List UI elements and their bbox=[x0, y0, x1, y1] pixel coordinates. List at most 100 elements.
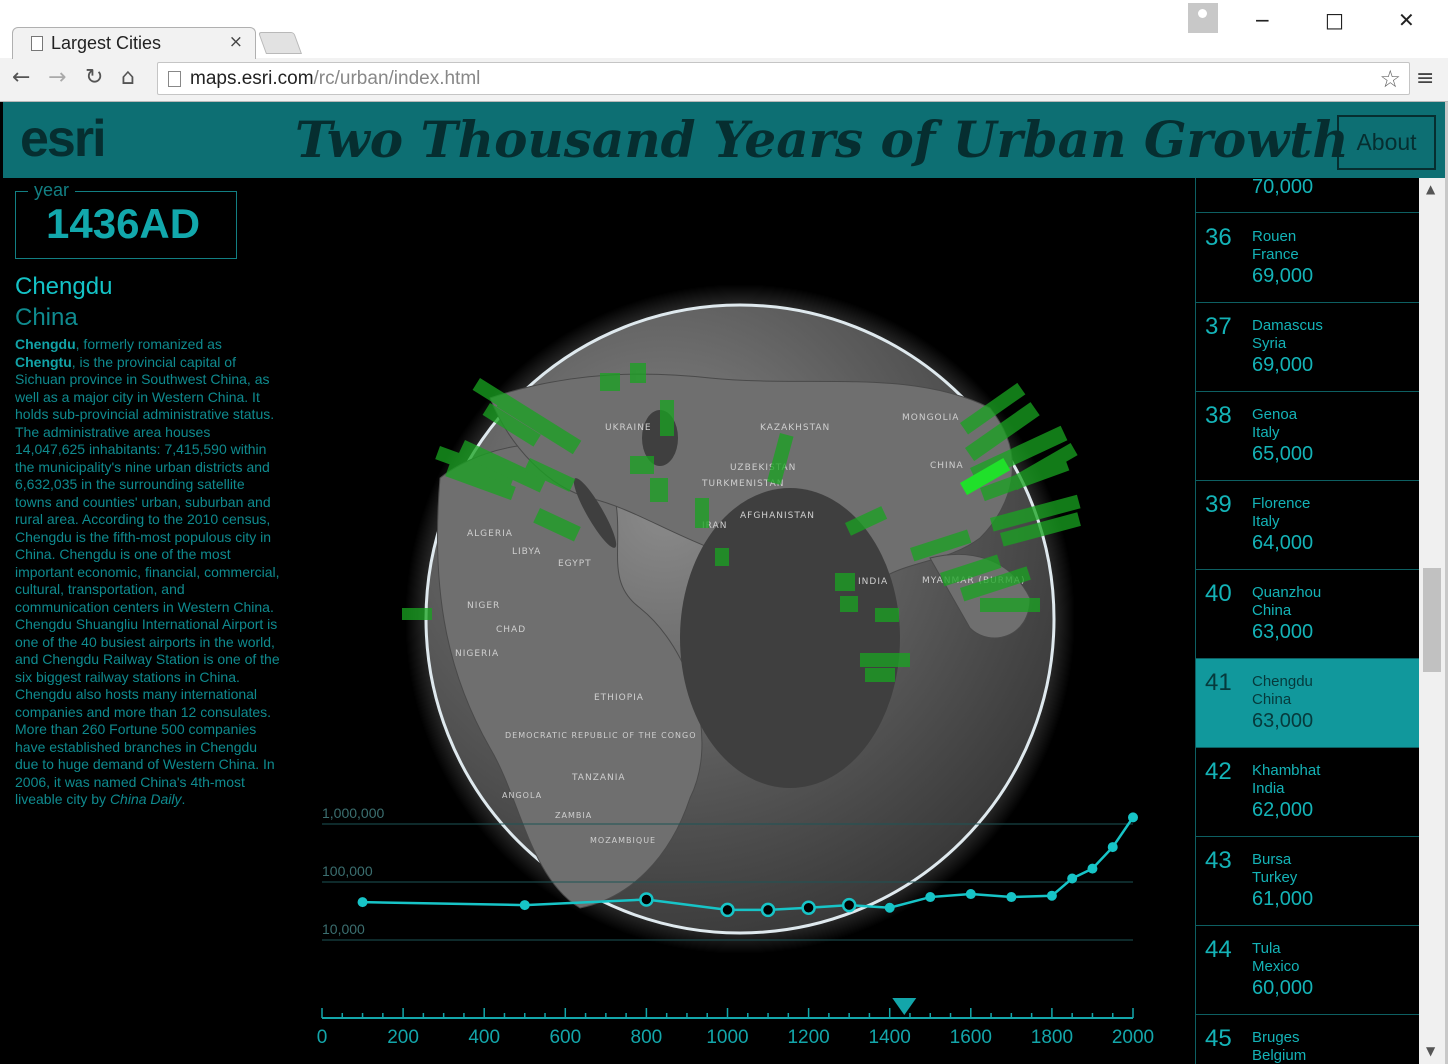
rank-country: Syria bbox=[1252, 335, 1287, 352]
rank-number: 38 bbox=[1205, 402, 1232, 429]
scrollbar[interactable]: ▲ ▼ bbox=[1419, 178, 1445, 1064]
rank-city: Bursa bbox=[1252, 851, 1292, 868]
back-arrow-icon[interactable]: ← bbox=[12, 65, 30, 90]
list-item[interactable]: 43 Bursa Turkey 61,000 bbox=[1196, 837, 1419, 926]
data-point[interactable] bbox=[720, 902, 735, 918]
rank-number: 36 bbox=[1205, 224, 1232, 251]
rank-population: 65,000 bbox=[1252, 443, 1314, 465]
url-text: maps.esri.com/rc/urban/index.html bbox=[190, 68, 481, 89]
user-profile-icon[interactable] bbox=[1188, 3, 1218, 33]
list-item[interactable]: 42 Khambhat India 62,000 bbox=[1196, 748, 1419, 837]
page-title: Two Thousand Years of Urban Growth bbox=[295, 110, 1349, 169]
rank-city: Chengdu bbox=[1252, 673, 1313, 690]
data-point[interactable] bbox=[1107, 842, 1118, 853]
scroll-up-arrow-icon[interactable]: ▲ bbox=[1426, 182, 1435, 196]
map-label: EGYPT bbox=[558, 559, 592, 569]
time-axis[interactable]: 0 200 400 600 800 1000 1200 1400 1600 1800 2000 bbox=[317, 998, 1154, 1048]
data-point[interactable] bbox=[965, 889, 976, 900]
rank-city: Bruges bbox=[1252, 1029, 1300, 1046]
map-label: ALGERIA bbox=[467, 529, 513, 539]
address-bar[interactable]: maps.esri.com/rc/urban/index.html ☆ bbox=[157, 62, 1410, 95]
data-point[interactable] bbox=[760, 902, 776, 918]
x-tick-label: 1000 bbox=[706, 1027, 748, 1048]
y-tick-label: 1,000,000 bbox=[322, 805, 384, 821]
forward-arrow-icon[interactable]: → bbox=[48, 65, 66, 90]
map-label: NIGERIA bbox=[455, 649, 499, 659]
year-slider-handle[interactable] bbox=[892, 998, 917, 1015]
rank-country: Turkey bbox=[1252, 869, 1298, 886]
data-point[interactable] bbox=[1087, 863, 1098, 874]
browser-tab[interactable]: Largest Cities × bbox=[12, 27, 256, 59]
list-item[interactable]: 38 Genoa Italy 65,000 bbox=[1196, 392, 1419, 481]
close-tab-icon[interactable]: × bbox=[229, 32, 243, 52]
data-point[interactable] bbox=[884, 902, 895, 913]
data-point[interactable] bbox=[1006, 892, 1017, 903]
map-label: MOZAMBIQUE bbox=[590, 836, 656, 845]
data-point[interactable] bbox=[1046, 890, 1057, 901]
map-label: ZAMBIA bbox=[555, 811, 592, 820]
rank-number: 39 bbox=[1205, 491, 1232, 518]
city-ranking-list[interactable]: 70,000 36 Rouen France 69,000 37 Damascus Syri… bbox=[1195, 178, 1419, 1064]
rank-number: 42 bbox=[1205, 758, 1232, 785]
list-item[interactable]: 41 Chengdu China 63,000 bbox=[1196, 659, 1419, 748]
scroll-down-arrow-icon[interactable]: ▼ bbox=[1426, 1044, 1435, 1058]
maximize-icon[interactable]: □ bbox=[1325, 8, 1344, 32]
rank-country: Belgium bbox=[1252, 1047, 1307, 1064]
data-point[interactable] bbox=[801, 900, 816, 915]
x-tick-label: 400 bbox=[468, 1027, 500, 1048]
x-tick-label: 1600 bbox=[950, 1027, 992, 1048]
globe-svg[interactable]: UKRAINE KAZAKHSTAN MONGOLIA UZBEKISTAN T… bbox=[290, 178, 1195, 1064]
home-icon[interactable]: ⌂ bbox=[121, 65, 135, 90]
minimize-icon[interactable]: − bbox=[1254, 8, 1271, 32]
rank-number: 43 bbox=[1205, 847, 1232, 874]
browser-toolbar: ← → ↻ ⌂ maps.esri.com/rc/urban/index.htm… bbox=[0, 58, 1448, 102]
data-point[interactable] bbox=[519, 900, 530, 911]
rank-population: 69,000 bbox=[1252, 265, 1314, 287]
city-name: Chengdu bbox=[15, 273, 113, 300]
map-label: KAZAKHSTAN bbox=[760, 423, 830, 433]
rank-country: China bbox=[1252, 691, 1292, 708]
about-button[interactable]: About bbox=[1337, 115, 1436, 170]
list-item[interactable]: 45 Bruges Belgium bbox=[1196, 1015, 1419, 1064]
x-tick-label: 200 bbox=[387, 1027, 419, 1048]
rank-city: Tula bbox=[1252, 940, 1281, 957]
menu-icon[interactable]: ≡ bbox=[1416, 66, 1434, 91]
map-label: INDIA bbox=[858, 577, 888, 587]
close-window-icon[interactable]: ✕ bbox=[1398, 8, 1415, 32]
data-point[interactable] bbox=[841, 897, 857, 913]
new-tab-button[interactable] bbox=[257, 32, 303, 54]
rank-population: 64,000 bbox=[1252, 532, 1314, 554]
page-icon bbox=[31, 36, 43, 51]
rank-number: 45 bbox=[1205, 1025, 1232, 1052]
rank-country: Mexico bbox=[1252, 958, 1300, 975]
year-label: year bbox=[28, 180, 76, 201]
list-item[interactable]: 36 Rouen France 69,000 bbox=[1196, 214, 1419, 303]
rank-number: 41 bbox=[1205, 669, 1232, 696]
list-item[interactable]: 44 Tula Mexico 60,000 bbox=[1196, 926, 1419, 1015]
map-label: CHINA bbox=[930, 461, 964, 471]
map-label: CHAD bbox=[496, 625, 526, 635]
map-label: MONGOLIA bbox=[902, 413, 959, 423]
list-item[interactable]: 37 Damascus Syria 69,000 bbox=[1196, 303, 1419, 392]
rank-country: China bbox=[1252, 602, 1292, 619]
app-header: esri Two Thousand Years of Urban Growth … bbox=[0, 102, 1448, 178]
x-tick-label: 2000 bbox=[1112, 1027, 1154, 1048]
list-item[interactable]: 40 Quanzhou China 63,000 bbox=[1196, 570, 1419, 659]
scrollbar-thumb[interactable] bbox=[1423, 568, 1441, 672]
bookmark-star-icon[interactable]: ☆ bbox=[1379, 65, 1401, 93]
x-tick-label: 1800 bbox=[1031, 1027, 1073, 1048]
list-item[interactable]: 39 Florence Italy 64,000 bbox=[1196, 481, 1419, 570]
reload-icon[interactable]: ↻ bbox=[85, 65, 103, 90]
list-item[interactable]: 70,000 bbox=[1196, 178, 1419, 213]
data-point[interactable] bbox=[1128, 812, 1138, 823]
data-point[interactable] bbox=[925, 892, 936, 903]
rank-city: Khambhat bbox=[1252, 762, 1321, 779]
rank-population: 60,000 bbox=[1252, 977, 1314, 999]
globe-map-area[interactable]: UKRAINE KAZAKHSTAN MONGOLIA UZBEKISTAN T… bbox=[290, 178, 1195, 1064]
rank-country: Italy bbox=[1252, 424, 1280, 441]
data-point[interactable] bbox=[1067, 873, 1078, 884]
data-point[interactable] bbox=[639, 892, 654, 907]
tab-title: Largest Cities bbox=[51, 33, 162, 53]
esri-logo: esri bbox=[20, 110, 107, 168]
data-point[interactable] bbox=[357, 897, 368, 908]
